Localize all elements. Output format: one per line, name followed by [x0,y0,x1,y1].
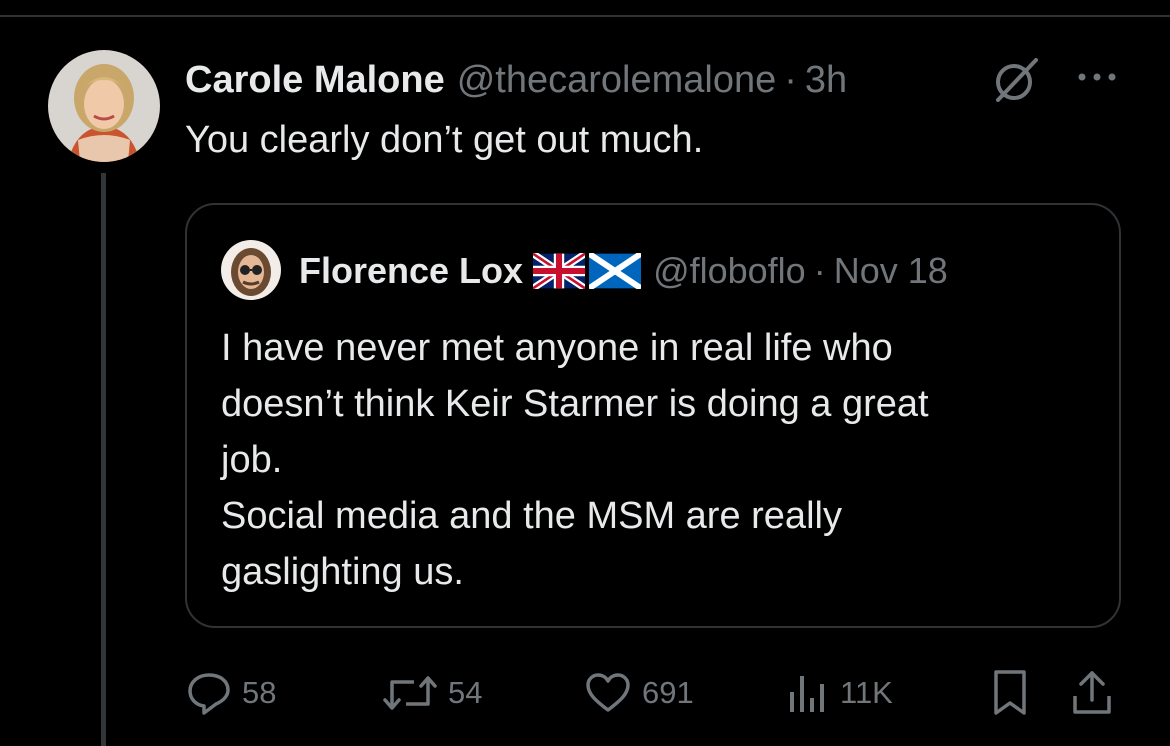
repost-count: 54 [448,675,483,710]
share-icon [1073,671,1111,714]
quoted-tweet-card[interactable]: Florence Lox @floboflo · Nov 18 I have n… [185,203,1121,628]
separator-dot: · [784,58,797,101]
author-handle[interactable]: @thecarolemalone [457,59,777,102]
quoted-text-line: I have never met anyone in real life who [221,327,893,369]
grok-icon[interactable] [990,56,1042,104]
quoted-text-line: job. [221,439,283,481]
like-button[interactable]: 691 [584,666,694,720]
top-divider [0,15,1170,17]
bookmark-icon [994,670,1026,715]
reply-icon [188,673,230,715]
uk-flag-icon [533,253,586,289]
author-name[interactable]: Carole Malone [185,59,445,102]
quoted-header: Florence Lox @floboflo · Nov 18 [299,245,948,297]
quoted-text-line: gaslighting us. [221,551,464,593]
tweet-header: Carole Malone @thecarolemalone · 3h [185,56,847,104]
quoted-date[interactable]: Nov 18 [834,250,948,292]
views-button[interactable]: 11K [786,666,893,720]
reply-count: 58 [242,675,277,710]
tweet-text: You clearly don’t get out much. [185,119,704,161]
author-avatar[interactable] [48,50,160,162]
quoted-text-line: doesn’t think Keir Starmer is doing a gr… [221,383,929,425]
like-icon [586,673,630,712]
repost-button[interactable]: 54 [382,666,482,720]
tweet-time[interactable]: 3h [805,59,847,102]
views-icon [790,676,824,712]
flag-emojis [533,253,642,289]
view-count: 11K [840,675,893,710]
quoted-author-name[interactable]: Florence Lox [299,250,523,292]
share-button[interactable] [1070,666,1114,720]
like-count: 691 [642,675,694,710]
scotland-flag-icon [589,253,642,289]
bookmark-button[interactable] [988,666,1032,720]
separator-dot: · [813,250,826,291]
action-bar: 58 54 691 11K [186,666,1120,720]
quoted-author-avatar[interactable] [221,240,281,300]
more-icon[interactable] [1074,62,1120,92]
quoted-author-handle[interactable]: @floboflo [653,250,806,292]
thread-line [101,173,106,746]
repost-icon [383,676,437,710]
quoted-text: I have never met anyone in real life who… [221,320,929,600]
reply-button[interactable]: 58 [186,666,276,720]
quoted-text-line: Social media and the MSM are really [221,495,842,537]
